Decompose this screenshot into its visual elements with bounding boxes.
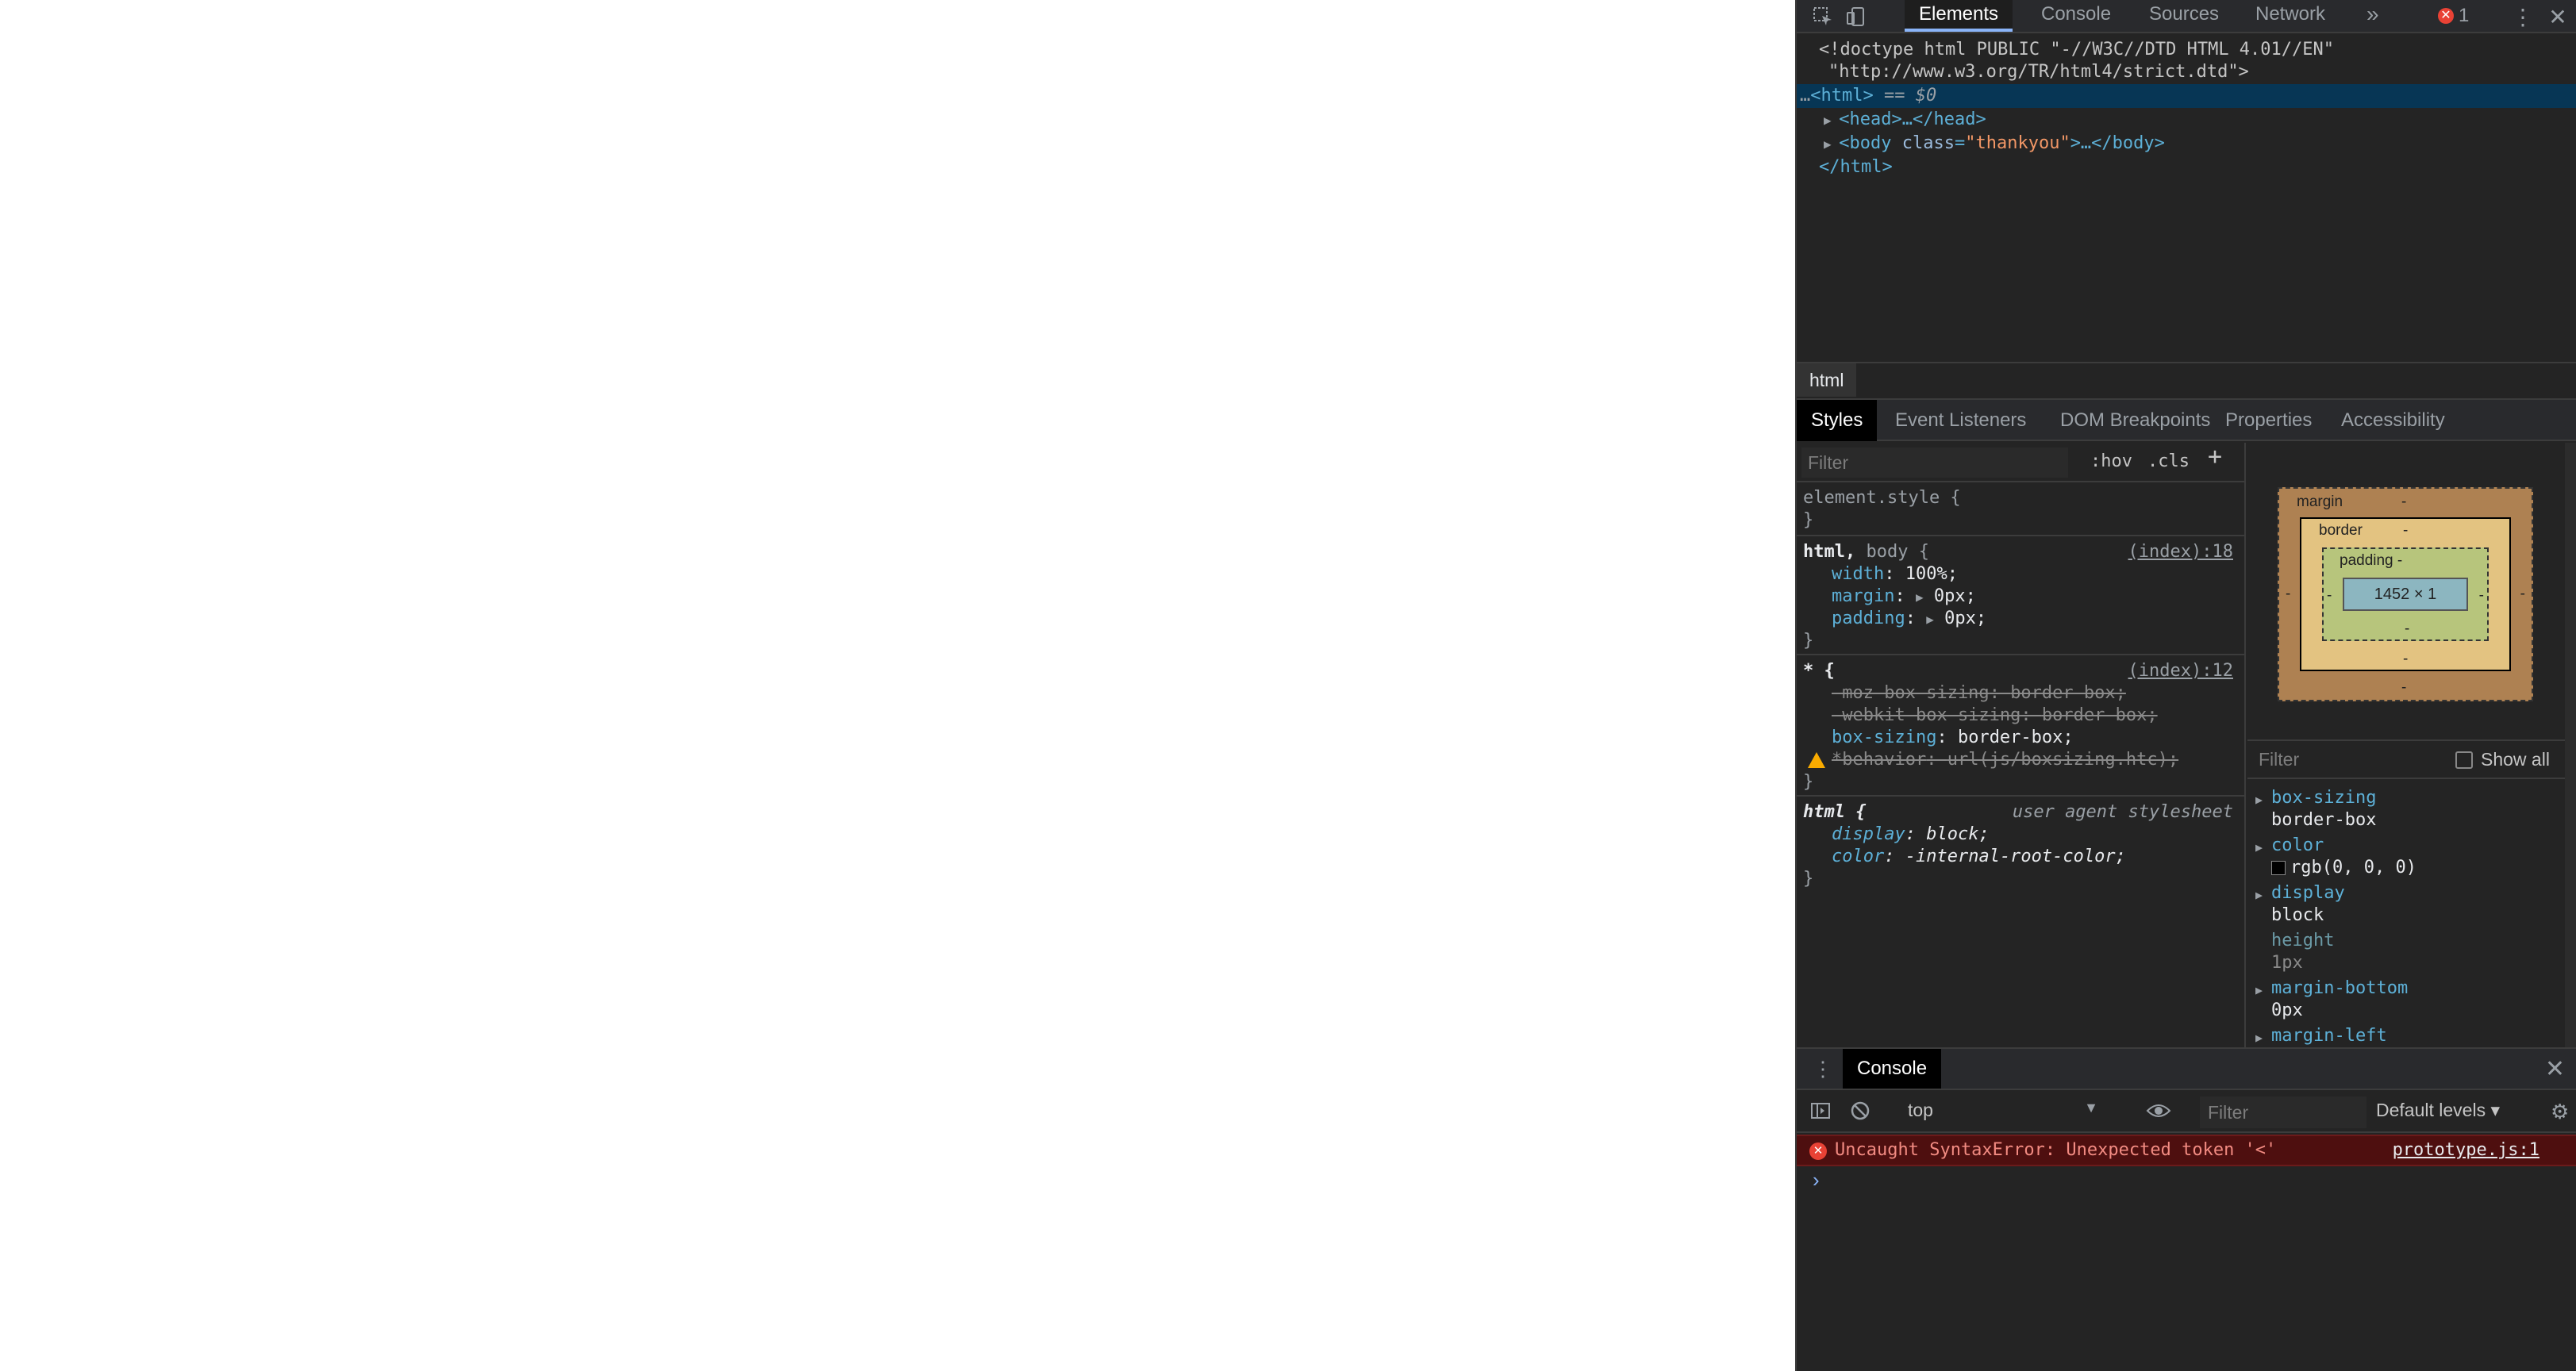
kebab-menu-icon[interactable]: ⋮ [2509,3,2536,30]
sidebar-toggle-icon[interactable] [1809,1100,1832,1127]
chevron-down-icon: ▼ [2084,1100,2098,1116]
dom-doctype[interactable]: <!doctype html PUBLIC "-//W3C//DTD HTML … [1797,38,2576,62]
live-expression-eye-icon[interactable] [2146,1100,2171,1127]
inspected-page-viewport [0,0,1795,1371]
new-style-rule-button[interactable]: + [2208,445,2222,469]
devtools-panel: Elements Console Sources Network » ✕ 1 ⋮… [1795,0,2576,1371]
box-model-border[interactable]: border - - padding - - - - 1452 × 1 [2300,517,2511,671]
computed-property[interactable]: ▶ margin-bottom 0px [2247,977,2576,1025]
style-property[interactable]: padding: ▶ 0px; [1803,608,2240,630]
error-icon: ✕ [2438,8,2454,24]
drawer-tab-console[interactable]: Console [1843,1049,1942,1089]
style-property: display: block; [1832,824,1990,844]
console-settings-gear-icon[interactable]: ⚙ [2551,1100,2569,1124]
style-property[interactable]: width: 100%; [1803,563,2240,586]
dom-node-html-close: </html> [1819,157,1893,177]
error-source-link[interactable]: prototype.js:1 [2393,1136,2539,1165]
expand-triangle-icon[interactable]: ▶ [1824,113,1839,128]
computed-property[interactable]: ▶ display block [2247,882,2576,930]
rule-source-link[interactable]: (index):18 [2128,541,2233,563]
tab-accessibility[interactable]: Accessibility [2327,400,2459,441]
close-drawer-icon[interactable]: ✕ [2545,1055,2565,1083]
close-devtools-icon[interactable]: ✕ [2544,3,2571,30]
log-levels-dropdown[interactable]: Default levels ▾ [2376,1100,2500,1121]
drawer-tabbar: ⋮ Console ✕ [1797,1049,2576,1090]
style-property: color: -internal-root-color; [1832,847,2126,866]
drawer-menu-icon[interactable]: ⋮ [1813,1057,1833,1081]
user-agent-label: user agent stylesheet [2012,802,2233,822]
box-model-padding[interactable]: padding - - - - 1452 × 1 [2322,547,2489,641]
tab-elements[interactable]: Elements [1905,0,2013,32]
console-drawer: ⋮ Console ✕ top ▼ Filter Default levels ▾… [1797,1047,2576,1371]
computed-pane: margin - - - - border - - padding - - - … [2247,443,2576,1047]
computed-property[interactable]: ▶ color rgb(0, 0, 0) [2247,835,2576,882]
context-selector[interactable]: top ▼ [1908,1100,2098,1121]
dom-node-head[interactable]: ▶ <head>…</head> [1797,108,2576,132]
hover-state-toggle[interactable]: :hov [2090,451,2132,473]
computed-property[interactable]: ▶ box-sizing border-box [2247,787,2576,835]
computed-scrollbar[interactable] [2565,443,2576,1047]
rule-universal: * {(index):12 -moz-box-sizing: border-bo… [1797,657,2246,797]
rule-source-link[interactable]: (index):12 [2128,660,2233,682]
rule-user-agent-html: html {user agent stylesheet display: blo… [1797,798,2246,895]
dom-node-html[interactable]: …<html> == $0 [1797,84,2576,108]
style-property[interactable]: margin: ▶ 0px; [1803,586,2240,608]
rule-html-body: html, body {(index):18 width: 100%; marg… [1797,538,2246,655]
style-property-invalid[interactable]: *behavior: url(js/boxsizing.htc); [1803,749,2240,771]
color-swatch[interactable] [2271,861,2286,875]
style-property-overridden[interactable]: -webkit-box-sizing: border-box; [1803,705,2240,727]
warning-icon [1808,752,1825,768]
box-model-diagram[interactable]: margin - - - - border - - padding - - - … [2278,487,2533,701]
class-toggle[interactable]: .cls [2147,451,2190,473]
tab-sources[interactable]: Sources [2135,0,2233,32]
styles-subtabs: Styles Event Listeners DOM Breakpoints P… [1797,398,2576,441]
more-tabs-button[interactable]: » [2352,0,2393,32]
tab-network[interactable]: Network [2241,0,2340,32]
console-prompt[interactable]: › [1813,1168,1820,1192]
tab-event-listeners[interactable]: Event Listeners [1881,400,2040,441]
style-property[interactable]: box-sizing: border-box; [1803,727,2240,749]
dom-node-body[interactable]: ▶ <body class="thankyou">…</body> [1797,132,2576,156]
computed-property[interactable]: height 1px [2247,930,2576,977]
rule-element-style: element.style { } [1797,484,2246,536]
dom-tree: <!doctype html PUBLIC "-//W3C//DTD HTML … [1797,35,2576,360]
breadcrumb: html [1797,362,2576,397]
dom-doctype-cont: "http://www.w3.org/TR/html4/strict.dtd"> [1828,62,2249,82]
console-error-message: ✕ Uncaught SyntaxError: Unexpected token… [1797,1135,2576,1166]
styles-pane: Filter :hov .cls + element.style { } htm… [1797,443,2246,1047]
style-property-overridden[interactable]: -moz-box-sizing: border-box; [1803,682,2240,705]
devtools-toolbar: Elements Console Sources Network » ✕ 1 ⋮… [1797,0,2576,33]
show-all-checkbox[interactable] [2455,751,2473,769]
tab-properties[interactable]: Properties [2211,400,2326,441]
tab-console[interactable]: Console [2027,0,2125,32]
styles-filter-input[interactable]: Filter [1801,447,2068,478]
computed-filter-bar: Filter Show all [2247,739,2576,779]
clear-console-icon[interactable] [1849,1100,1871,1127]
device-toolbar-icon[interactable] [1843,3,1870,30]
error-icon: ✕ [1809,1142,1827,1160]
console-filter-input[interactable]: Filter [2200,1096,2366,1128]
expand-triangle-icon[interactable]: ▶ [1824,136,1839,152]
inspect-element-icon[interactable] [1809,3,1836,30]
tab-styles[interactable]: Styles [1797,400,1878,441]
computed-properties-list: ▶ box-sizing border-box ▶ color rgb(0, 0, 0)… [2247,787,2576,1049]
breadcrumb-item-html[interactable]: html [1797,363,1857,397]
tab-dom-breakpoints[interactable]: DOM Breakpoints [2046,400,2224,441]
styles-filter-bar: Filter :hov .cls + [1797,443,2246,482]
console-toolbar: top ▼ Filter Default levels ▾ ⚙ [1797,1092,2576,1133]
show-all-toggle[interactable]: Show all [2455,749,2550,770]
box-model-content[interactable]: 1452 × 1 [2343,578,2468,611]
error-count: 1 [2459,5,2470,26]
error-count-badge[interactable]: ✕ 1 [2438,2,2469,30]
computed-property[interactable]: ▶ margin-left [2247,1025,2576,1049]
computed-filter-input[interactable]: Filter [2259,749,2299,770]
box-model-margin[interactable]: margin - - - - border - - padding - - - … [2278,487,2533,701]
